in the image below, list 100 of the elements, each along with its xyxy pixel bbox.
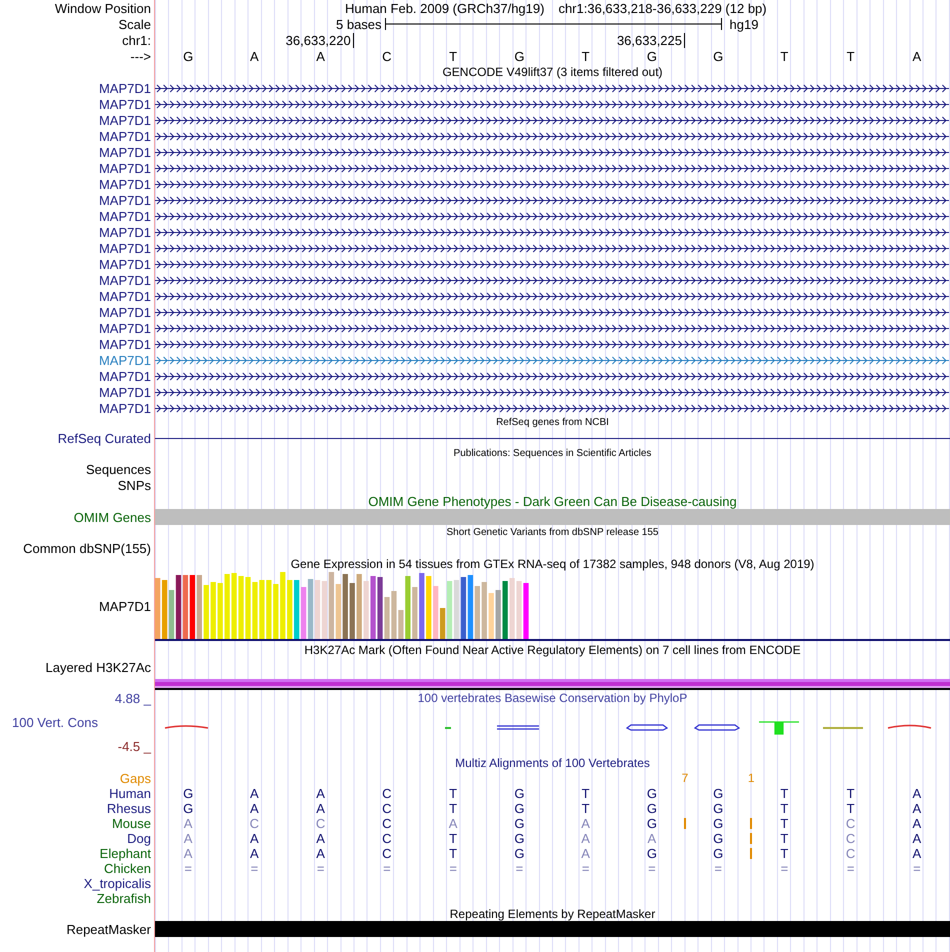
transcript-strand-line[interactable] bbox=[155, 340, 949, 348]
track-label[interactable]: SNPs bbox=[118, 478, 151, 492]
gene-label[interactable]: MAP7D1 bbox=[98, 146, 151, 158]
aligned-base: G bbox=[713, 847, 724, 860]
aligned-base: C bbox=[382, 787, 392, 800]
position-tick-label: 36,633,225 bbox=[616, 33, 686, 48]
gene-label[interactable]: MAP7D1 bbox=[98, 370, 151, 382]
base-letter: A bbox=[315, 50, 326, 62]
aligned-base: T bbox=[449, 787, 458, 800]
track-label[interactable]: 100 Vert. Cons bbox=[0, 716, 98, 729]
aligned-base: A bbox=[581, 832, 590, 845]
transcript-strand-line[interactable] bbox=[155, 372, 949, 380]
gene-label[interactable]: MAP7D1 bbox=[98, 306, 151, 318]
gene-label[interactable]: MAP7D1 bbox=[98, 82, 151, 94]
track-label[interactable]: Layered H3K27Ac bbox=[45, 661, 151, 674]
species-label[interactable]: Rhesus bbox=[106, 802, 151, 815]
gene-label[interactable]: MAP7D1 bbox=[98, 274, 151, 286]
transcript-strand-line[interactable] bbox=[155, 308, 949, 316]
track-label[interactable]: MAP7D1 bbox=[98, 600, 151, 613]
track-label[interactable]: RefSeq Curated bbox=[58, 432, 151, 444]
transcript-strand-line[interactable] bbox=[155, 180, 949, 188]
transcript-strand-line[interactable] bbox=[155, 100, 949, 108]
species-label[interactable]: Mouse bbox=[112, 817, 151, 830]
aligned-base: T bbox=[780, 802, 788, 815]
aligned-base: A bbox=[250, 802, 259, 815]
track-label[interactable]: Common dbSNP(155) bbox=[23, 542, 151, 554]
aligned-base: C bbox=[846, 832, 856, 845]
gene-label[interactable]: MAP7D1 bbox=[98, 290, 151, 302]
base-letter: A bbox=[912, 50, 922, 62]
aligned-base: T bbox=[449, 802, 458, 815]
gene-label[interactable]: MAP7D1 bbox=[98, 114, 151, 126]
header-label[interactable]: Window Position bbox=[54, 2, 151, 14]
gene-label[interactable]: MAP7D1 bbox=[98, 162, 151, 174]
base-letter: G bbox=[513, 50, 526, 62]
species-label[interactable]: Dog bbox=[127, 832, 151, 845]
aligned-base: = bbox=[383, 862, 391, 875]
aligned-base: A bbox=[912, 802, 922, 815]
track-title: RefSeq genes from NCBI bbox=[496, 418, 609, 428]
aligned-base: A bbox=[448, 817, 458, 830]
transcript-strand-line[interactable] bbox=[155, 212, 949, 220]
gene-label[interactable]: MAP7D1 bbox=[98, 322, 151, 334]
transcript-strand-line[interactable] bbox=[155, 260, 949, 268]
gene-label[interactable]: MAP7D1 bbox=[98, 210, 151, 222]
assembly-db-label: hg19 bbox=[730, 18, 758, 30]
species-label[interactable]: Zebrafish bbox=[96, 892, 151, 905]
gene-label[interactable]: MAP7D1 bbox=[98, 386, 151, 398]
track-title: Gene Expression in 54 tissues from GTEx RNA-seq of 17382 samples, 948 donors (V8, Aug 2019) bbox=[290, 558, 814, 570]
species-label[interactable]: X_tropicalis bbox=[84, 877, 151, 890]
strand-label[interactable]: ---> bbox=[130, 50, 151, 62]
gene-label[interactable]: MAP7D1 bbox=[98, 178, 151, 190]
species-label[interactable]: Elephant bbox=[100, 847, 151, 860]
transcript-strand-line[interactable] bbox=[155, 324, 949, 332]
aligned-base: A bbox=[250, 847, 259, 860]
transcript-strand-line[interactable] bbox=[155, 404, 949, 412]
track-title: Short Genetic Variants from dbSNP release 155 bbox=[446, 528, 658, 538]
transcript-strand-line[interactable] bbox=[155, 132, 949, 140]
aligned-base: A bbox=[184, 847, 192, 860]
header-label[interactable]: chr1: bbox=[122, 34, 151, 46]
base-letter: G bbox=[646, 50, 658, 62]
transcript-strand-line[interactable] bbox=[155, 388, 949, 396]
transcript-strand-line[interactable] bbox=[155, 244, 949, 252]
transcript-strand-line[interactable] bbox=[155, 116, 949, 124]
aligned-base: = bbox=[913, 862, 921, 875]
transcript-strand-line[interactable] bbox=[155, 196, 949, 204]
gene-label[interactable]: MAP7D1 bbox=[98, 226, 151, 238]
gene-label[interactable]: MAP7D1 bbox=[98, 242, 151, 254]
header-label[interactable]: Scale bbox=[118, 18, 151, 30]
scale-label: 5 bases bbox=[336, 18, 382, 30]
transcript-strand-line[interactable] bbox=[155, 276, 949, 284]
aligned-base: T bbox=[846, 802, 855, 815]
species-label[interactable]: Human bbox=[109, 787, 151, 800]
gap-count: 7 bbox=[682, 771, 688, 786]
transcript-strand-line[interactable] bbox=[155, 148, 949, 156]
gene-label[interactable]: MAP7D1 bbox=[98, 258, 151, 270]
gene-label[interactable]: MAP7D1 bbox=[98, 354, 151, 366]
aligned-base: T bbox=[449, 847, 458, 860]
transcript-strand-line[interactable] bbox=[155, 292, 949, 300]
transcript-strand-line[interactable] bbox=[155, 84, 949, 92]
track-label[interactable]: RepeatMasker bbox=[66, 922, 151, 936]
aligned-base: A bbox=[581, 817, 590, 830]
gene-label[interactable]: MAP7D1 bbox=[98, 98, 151, 110]
track-label[interactable]: Sequences bbox=[86, 463, 151, 476]
track-label[interactable]: OMIM Genes bbox=[74, 510, 151, 524]
base-letter: T bbox=[580, 50, 591, 62]
transcript-strand-line[interactable] bbox=[155, 228, 949, 236]
gene-label[interactable]: MAP7D1 bbox=[98, 194, 151, 206]
species-label[interactable]: Chicken bbox=[104, 862, 151, 875]
gene-label[interactable]: MAP7D1 bbox=[98, 130, 151, 142]
aligned-base: A bbox=[316, 802, 325, 815]
aligned-base: G bbox=[514, 802, 524, 815]
aligned-base: G bbox=[713, 802, 724, 815]
aligned-base: C bbox=[316, 817, 326, 830]
track-title: Publications: Sequences in Scientific Articles bbox=[454, 449, 652, 459]
aligned-base: T bbox=[780, 787, 788, 800]
gene-label[interactable]: MAP7D1 bbox=[98, 338, 151, 350]
aligned-base: C bbox=[382, 832, 392, 845]
gene-label[interactable]: MAP7D1 bbox=[98, 402, 151, 414]
base-letter: C bbox=[381, 50, 393, 62]
transcript-strand-line[interactable] bbox=[155, 164, 949, 172]
axis-min-label: -4.5 _ bbox=[118, 740, 151, 753]
